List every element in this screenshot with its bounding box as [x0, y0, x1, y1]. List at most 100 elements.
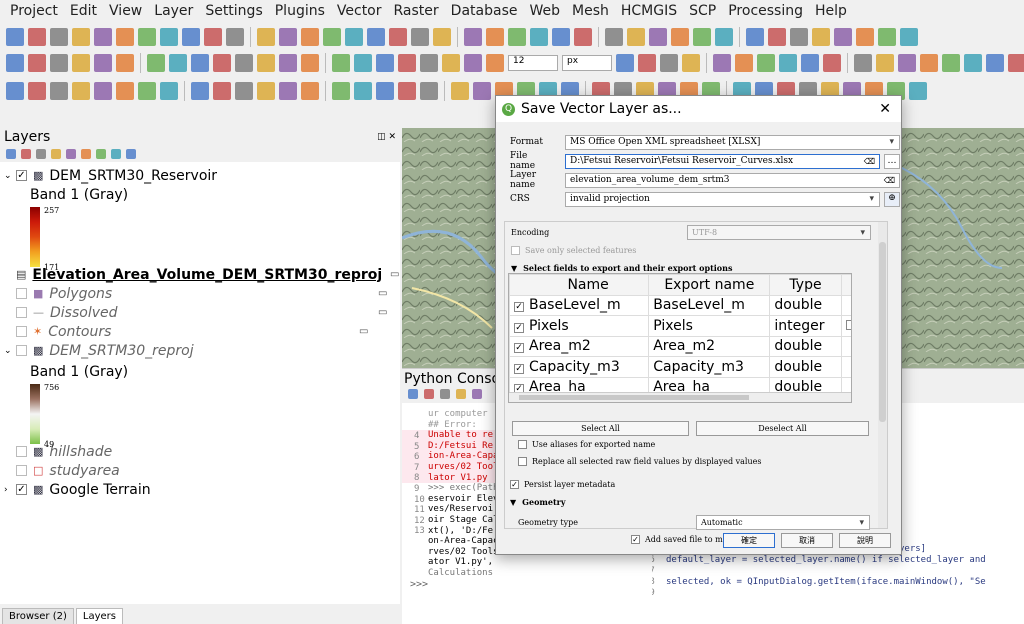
unit-combobox[interactable]: px — [562, 55, 612, 71]
toolbar-tool-icon[interactable] — [169, 54, 187, 72]
toolbar-tool-icon[interactable] — [834, 28, 852, 46]
toolbar-tool-icon[interactable] — [116, 28, 134, 46]
toolbar-tool-icon[interactable] — [442, 54, 460, 72]
toolbar-tool-icon[interactable] — [94, 54, 112, 72]
geometry-type-combobox[interactable]: Automatic — [696, 515, 870, 530]
clear-icon[interactable]: ⌫ — [884, 176, 895, 185]
console-output[interactable]: ur computer ## Error: Unable to re D:/Fetsu… — [402, 409, 496, 579]
toolbar-tool-icon[interactable] — [204, 28, 222, 46]
expand-arrow-icon[interactable]: › — [4, 485, 16, 495]
toolbar-tool-icon[interactable] — [464, 28, 482, 46]
toolbar-tool-icon[interactable] — [424, 389, 434, 399]
toolbar-tool-icon[interactable] — [735, 54, 753, 72]
menu-item-mesh[interactable]: Mesh — [566, 3, 615, 19]
column-header[interactable]: Type — [769, 274, 842, 296]
toolbar-tool-icon[interactable] — [50, 54, 68, 72]
toolbar-tool-icon[interactable] — [301, 82, 319, 100]
deselect-all-button[interactable]: Deselect All — [696, 421, 869, 436]
toolbar-tool-icon[interactable] — [116, 82, 134, 100]
vertical-scrollbar[interactable] — [878, 222, 887, 528]
console-prompt[interactable]: >>> — [410, 579, 428, 591]
layer-visibility-checkbox[interactable] — [16, 345, 27, 356]
toolbar-tool-icon[interactable] — [81, 149, 91, 159]
toolbar-tool-icon[interactable] — [138, 28, 156, 46]
toolbar-tool-icon[interactable] — [823, 54, 841, 72]
toolbar-tool-icon[interactable] — [111, 149, 121, 159]
toolbar-tool-icon[interactable] — [50, 82, 68, 100]
toolbar-tool-icon[interactable] — [768, 28, 786, 46]
toolbar-tool-icon[interactable] — [138, 82, 156, 100]
embedded-icon[interactable]: ▭ — [378, 288, 387, 299]
help-button[interactable]: 說明 — [839, 533, 891, 548]
toolbar-tool-icon[interactable] — [367, 28, 385, 46]
persist-metadata-checkbox[interactable]: ✓ — [510, 480, 519, 489]
toolbar-tool-icon[interactable] — [51, 149, 61, 159]
toolbar-tool-icon[interactable] — [898, 54, 916, 72]
toolbar-tool-icon[interactable] — [66, 149, 76, 159]
layer-item[interactable]: — Dissolved ▭ — [4, 303, 387, 322]
toolbar-tool-icon[interactable] — [660, 54, 678, 72]
toolbar-tool-icon[interactable] — [649, 28, 667, 46]
toolbar-tool-icon[interactable] — [332, 54, 350, 72]
layer-visibility-checkbox[interactable] — [16, 288, 27, 299]
layer-visibility-checkbox[interactable] — [16, 307, 27, 318]
toolbar-tool-icon[interactable] — [50, 28, 68, 46]
toolbar-tool-icon[interactable] — [94, 82, 112, 100]
toolbar-tool-icon[interactable] — [616, 54, 634, 72]
layer-item[interactable]: □ studyarea — [4, 461, 120, 480]
layer-item[interactable]: ▤ Elevation_Area_Volume_DEM_SRTM30_reproj… — [16, 265, 399, 284]
toolbar-tool-icon[interactable] — [257, 28, 275, 46]
close-icon[interactable]: ✕ — [879, 101, 891, 117]
toolbar-tool-icon[interactable] — [28, 54, 46, 72]
toolbar-tool-icon[interactable] — [909, 82, 927, 100]
add-saved-checkbox[interactable]: ✓ — [631, 535, 640, 544]
toolbar-tool-icon[interactable] — [94, 28, 112, 46]
toolbar-tool-icon[interactable] — [182, 28, 200, 46]
column-header[interactable]: Replace — [840, 274, 851, 296]
toolbar-tool-icon[interactable] — [472, 389, 482, 399]
toolbar-tool-icon[interactable] — [301, 54, 319, 72]
menu-item-vector[interactable]: Vector — [331, 3, 388, 19]
menu-item-view[interactable]: View — [103, 3, 148, 19]
toolbar-tool-icon[interactable] — [191, 82, 209, 100]
table-row[interactable]: ✓PixelsPixelsintegerUse Ra — [509, 315, 851, 337]
layer-item[interactable]: ■ Polygons ▭ — [4, 284, 387, 303]
menu-item-plugins[interactable]: Plugins — [269, 3, 331, 19]
expand-arrow-icon[interactable]: ▼ — [510, 497, 516, 507]
tab-layers[interactable]: Layers — [75, 608, 123, 624]
layer-item[interactable]: ▩ hillshade — [4, 442, 112, 461]
toolbar-tool-icon[interactable] — [354, 82, 372, 100]
field-checkbox[interactable]: ✓ — [514, 363, 524, 374]
column-header[interactable]: Name — [509, 274, 650, 296]
layer-visibility-checkbox[interactable]: ✓ — [16, 170, 27, 181]
toolbar-tool-icon[interactable] — [376, 82, 394, 100]
toolbar-tool-icon[interactable] — [191, 54, 209, 72]
toolbar-tool-icon[interactable] — [257, 82, 275, 100]
layer-item[interactable]: › ✓ ▩ Google Terrain — [4, 480, 151, 499]
layer-visibility-checkbox[interactable] — [16, 326, 27, 337]
menu-item-processing[interactable]: Processing — [722, 3, 809, 19]
layer-item[interactable]: ✶ Contours ▭ — [4, 322, 368, 341]
use-aliases-checkbox[interactable] — [518, 440, 527, 449]
toolbar-tool-icon[interactable] — [1008, 54, 1024, 72]
menu-item-hcmgis[interactable]: HCMGIS — [615, 3, 683, 19]
ok-button[interactable]: 確定 — [723, 533, 775, 548]
menu-item-settings[interactable]: Settings — [199, 3, 268, 19]
size-spinbox[interactable]: 12 — [508, 55, 558, 71]
toolbar-tool-icon[interactable] — [420, 82, 438, 100]
menu-item-scp[interactable]: SCP — [683, 3, 722, 19]
toolbar-tool-icon[interactable] — [279, 82, 297, 100]
replace-raw-checkbox[interactable] — [518, 457, 527, 466]
toolbar-tool-icon[interactable] — [279, 28, 297, 46]
layer-visibility-checkbox[interactable]: ✓ — [16, 484, 27, 495]
toolbar-tool-icon[interactable] — [638, 54, 656, 72]
toolbar-tool-icon[interactable] — [486, 28, 504, 46]
horizontal-scrollbar[interactable] — [509, 392, 851, 402]
replace-checkbox[interactable] — [845, 319, 851, 330]
toolbar-tool-icon[interactable] — [878, 28, 896, 46]
toolbar-tool-icon[interactable] — [398, 54, 416, 72]
toolbar-tool-icon[interactable] — [376, 54, 394, 72]
field-checkbox[interactable]: ✓ — [514, 343, 524, 354]
toolbar-tool-icon[interactable] — [746, 28, 764, 46]
scrollbar-thumb[interactable] — [879, 242, 886, 422]
